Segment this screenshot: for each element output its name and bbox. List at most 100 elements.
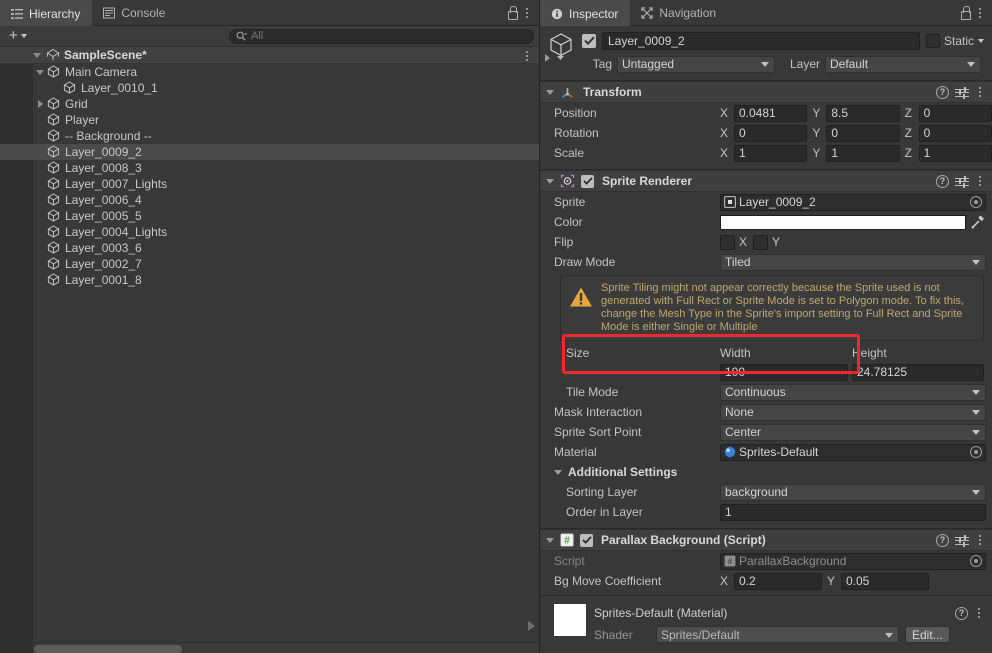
hierarchy-item-layer-0003-6[interactable]: Layer_0003_6 [0,240,539,256]
hierarchy-item-layer-0010-1[interactable]: Layer_0010_1 [0,80,539,96]
transform-foldout-icon[interactable] [546,89,554,95]
position-z-input[interactable]: 0 [918,104,992,122]
flip-y-checkbox[interactable] [753,234,769,250]
gameobject-name-input[interactable]: Layer_0009_2 [602,31,920,50]
mask-interaction-chevron-down-icon [972,410,980,415]
material-preview-right: Sprites-Default (Material) ? Shader Spri… [594,604,984,643]
sprite-object-field[interactable]: Layer_0009_2 [720,193,986,211]
coefficient-x-input[interactable]: 0.2 [734,572,822,590]
hierarchy-item-layer-0008-3[interactable]: Layer_0008_3 [0,160,539,176]
static-chevron-down-icon[interactable] [978,38,984,43]
preset-icon-sprite[interactable] [955,175,969,188]
mask-interaction-dropdown[interactable]: None [720,403,986,421]
tag-dropdown[interactable]: Untagged [617,55,775,73]
scale-y-input[interactable]: 1 [826,144,900,162]
color-swatch-field[interactable] [720,214,966,230]
hierarchy-item-main-camera[interactable]: Main Camera [0,64,539,80]
preset-icon-parallax[interactable] [955,534,969,547]
sprite-renderer-kebab-icon[interactable] [975,174,985,188]
rotation-y-input[interactable]: 0 [826,124,900,142]
shader-edit-button[interactable]: Edit... [905,626,950,643]
sprite-sort-point-dropdown[interactable]: Center [720,423,986,441]
hierarchy-item-grid[interactable]: Grid [0,96,539,112]
additional-settings-foldout[interactable]: Additional Settings [540,462,992,482]
parallax-kebab-icon[interactable] [975,533,985,547]
preset-icon[interactable] [955,86,969,99]
tile-mode-dropdown[interactable]: Continuous [720,383,986,401]
tab-inspector[interactable]: Inspector [540,0,631,26]
lock-icon[interactable] [506,5,518,20]
hierarchy-item-layer-0009-2[interactable]: Layer_0009_2 [0,144,539,160]
help-icon[interactable]: ? [936,85,949,99]
unity-editor-window: Hierarchy Console + All SampleScene* Mai… [0,0,992,653]
sorting-layer-dropdown[interactable]: background [720,483,986,501]
hierarchy-scene-row[interactable]: SampleScene* [0,47,539,64]
help-icon-material[interactable]: ? [955,606,968,620]
inspector-menu-kebab-icon[interactable] [975,6,985,20]
tab-hierarchy[interactable]: Hierarchy [0,0,93,26]
layer-dropdown[interactable]: Default [825,55,981,73]
collapse-twisty-icon[interactable] [37,100,43,108]
flip-x-checkbox[interactable] [720,234,735,250]
hierarchy-item-layer-0005-5[interactable]: Layer_0005_5 [0,208,539,224]
order-in-layer-input[interactable]: 1 [720,503,986,521]
material-object-field[interactable]: Sprites-Default [720,443,986,461]
expand-twisty-icon[interactable] [36,69,44,75]
search-input[interactable]: All [229,28,534,44]
position-y-input[interactable]: 8.5 [826,104,900,122]
additional-settings-foldout-icon[interactable] [554,469,562,475]
scale-x-input[interactable]: 1 [734,144,808,162]
scale-z-input[interactable]: 1 [918,144,992,162]
sprite-picker-icon[interactable] [970,196,982,208]
hierarchy-item-layer-0001-8[interactable]: Layer_0001_8 [0,272,539,288]
hierarchy-item-player[interactable]: Player [0,112,539,128]
hierarchy-item-layer-0007-lights[interactable]: Layer_0007_Lights [0,176,539,192]
hierarchy-item-background[interactable]: -- Background -- [0,128,539,144]
hierarchy-item-layer-0002-7[interactable]: Layer_0002_7 [0,256,539,272]
parallax-component-header[interactable]: # Parallax Background (Script) ? [540,529,992,551]
help-icon-parallax[interactable]: ? [936,533,949,547]
gameobject-enabled-checkbox[interactable] [582,33,596,48]
hierarchy-horizontal-scrollbar[interactable] [33,642,539,653]
shader-dropdown[interactable]: Sprites/Default [656,626,899,643]
tab-navigation[interactable]: Navigation [630,0,728,26]
help-icon-sprite[interactable]: ? [936,174,949,188]
rotation-z-input[interactable]: 0 [918,124,992,142]
lock-icon-inspector[interactable] [959,5,971,20]
hierarchy-scroll-arrow-icon[interactable] [528,621,535,631]
sprite-renderer-foldout-icon[interactable] [546,178,554,184]
hierarchy-menu-kebab-icon[interactable] [522,6,532,20]
hierarchy-item-label: Layer_0002_7 [65,257,142,271]
tab-console[interactable]: Console [92,0,177,26]
gameobject-cube-icon [47,97,61,111]
size-width-input[interactable]: 100 [720,363,848,381]
eyedropper-icon[interactable] [970,214,986,230]
scene-expand-twisty-icon[interactable] [33,52,41,58]
rotation-x-input[interactable]: 0 [734,124,808,142]
material-picker-icon[interactable] [970,446,982,458]
coefficient-y-input[interactable]: 0.05 [841,572,929,590]
scrollbar-thumb[interactable] [34,645,182,653]
parallax-foldout-icon[interactable] [546,537,554,543]
hierarchy-item-layer-0006-4[interactable]: Layer_0006_4 [0,192,539,208]
scene-kebab-icon[interactable] [522,49,532,63]
transform-component-header[interactable]: Transform ? [540,81,992,103]
sprite-renderer-component-header[interactable]: Sprite Renderer ? [540,170,992,192]
position-x-input[interactable]: 0.0481 [734,104,808,122]
hierarchy-item-layer-0004-lights[interactable]: Layer_0004_Lights [0,224,539,240]
transform-kebab-icon[interactable] [975,85,985,99]
material-preview-kebab-icon[interactable] [974,606,984,620]
static-checkbox[interactable] [925,33,940,48]
parallax-enabled-checkbox[interactable] [580,533,593,547]
material-preview-foldout-icon[interactable] [545,54,550,62]
hierarchy-tab-tools [506,0,539,25]
sprite-renderer-enabled-checkbox[interactable] [581,174,594,188]
shader-chevron-down-icon [885,632,893,638]
material-label: Material [554,445,597,459]
twisty-slot [33,100,47,108]
position-label: Position [554,106,597,120]
static-toggle[interactable]: Static [925,33,984,48]
draw-mode-dropdown[interactable]: Tiled [720,253,986,271]
create-object-button[interactable]: + [5,28,31,44]
size-height-input[interactable]: 24.78125 [852,363,984,381]
